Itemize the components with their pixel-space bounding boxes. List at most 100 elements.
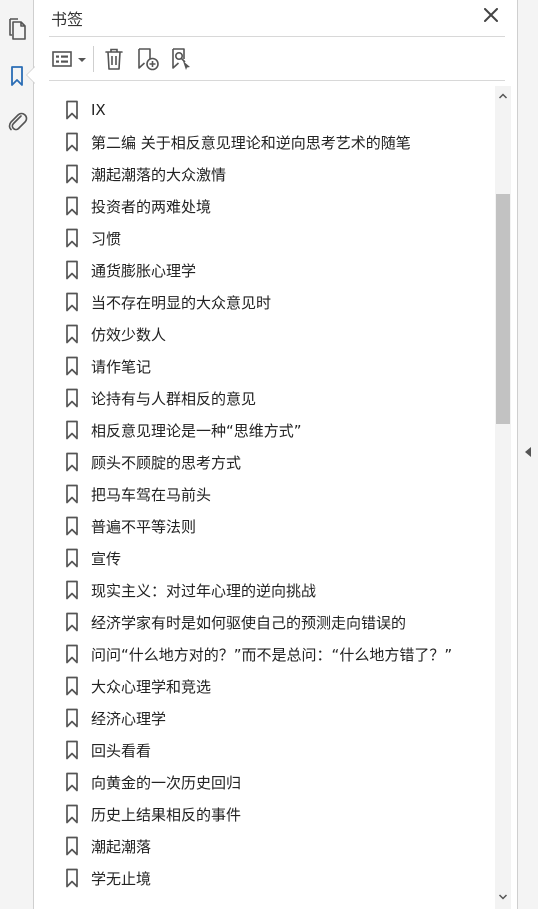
navigation-rail [0,0,35,909]
bookmark-item[interactable]: 向黄金的一次历史回归 [65,767,241,797]
bookmark-item[interactable]: 问问“什么地方对的？”而不是总问：“什么地方错了？” [65,639,452,669]
divider [49,36,505,37]
bookmark-icon [66,708,78,728]
bookmark-label: 当不存在明显的大众意见时 [91,293,272,312]
bookmark-item[interactable]: 投资者的两难处境 [65,191,211,221]
bookmark-icon [66,516,78,536]
bookmark-icon [66,836,78,856]
bookmark-label: 潮起潮落 [91,837,152,856]
bookmark-label: 现实主义：对过年心理的逆向挑战 [91,581,317,600]
scrollbar-thumb[interactable] [496,194,510,424]
paperclip-icon [8,112,28,131]
bookmark-label: 第二编 关于相反意见理论和逆向思考艺术的随笔 [91,133,411,152]
bookmark-icon [66,196,78,216]
bookmark-item[interactable]: 学无止境 [65,863,151,893]
bookmark-icon [66,164,78,184]
bookmark-label: 经济学家有时是如何驱使自己的预测走向错误的 [91,613,407,632]
bookmark-icon [66,676,78,696]
collapse-panel-button[interactable] [522,444,534,460]
bookmark-item[interactable]: 回头看看 [65,735,151,765]
bookmark-item[interactable]: 相反意见理论是一种“思维方式” [65,415,302,445]
bookmark-icon [66,100,78,120]
bookmark-label: 潮起潮落的大众激情 [91,165,227,184]
bookmark-item[interactable]: 习惯 [65,223,121,253]
chevron-down-icon [78,58,86,62]
bookmark-icon [66,772,78,792]
bookmark-label: 历史上结果相反的事件 [91,805,242,824]
bookmark-item[interactable]: 潮起潮落 [65,831,151,861]
bookmark-icon [66,356,78,376]
bookmark-item[interactable]: 顾头不顾腚的思考方式 [65,447,241,477]
bookmark-item[interactable]: 宣传 [65,543,121,573]
bookmark-icon [66,228,78,248]
bookmark-icon [11,66,23,86]
bookmark-label: 仿效少数人 [91,325,167,344]
chevron-up-icon [498,93,508,99]
bookmark-item[interactable]: 论持有与人群相反的意见 [65,383,256,413]
bookmark-icon [66,740,78,760]
bookmark-icon [66,452,78,472]
bookmark-item[interactable]: IX [65,95,106,125]
find-bookmark-button[interactable] [167,44,197,74]
bookmark-item[interactable]: 把马车驾在马前头 [65,479,211,509]
bookmark-item[interactable]: 第二编 关于相反意见理论和逆向思考艺术的随笔 [65,127,411,157]
bookmark-icon [66,804,78,824]
bookmark-icon [66,580,78,600]
bookmark-icon [66,484,78,504]
toolbar-divider [93,46,94,72]
bookmark-item[interactable]: 请作笔记 [65,351,151,381]
close-icon [484,8,498,22]
bookmark-icon [66,388,78,408]
bookmark-label: 顾头不顾腚的思考方式 [91,453,242,472]
bookmark-item[interactable]: 经济心理学 [65,703,166,733]
bookmark-label: 回头看看 [91,741,152,760]
scrollbar[interactable] [495,86,511,909]
divider [49,80,505,81]
bookmark-label: 投资者的两难处境 [91,197,212,216]
bookmark-label: 宣传 [91,549,122,568]
bookmark-icon [66,644,78,664]
bookmark-label: 相反意见理论是一种“思维方式” [91,421,302,440]
bookmark-item[interactable]: 普遍不平等法则 [65,511,196,541]
bookmark-find-icon [172,48,190,70]
scroll-up-button[interactable] [495,86,511,106]
bookmark-item[interactable]: 经济学家有时是如何驱使自己的预测走向错误的 [65,607,406,637]
triangle-left-icon [525,447,531,457]
new-bookmark-button[interactable] [133,44,163,74]
bookmark-item[interactable]: 历史上结果相反的事件 [65,799,241,829]
bookmark-item[interactable]: 现实主义：对过年心理的逆向挑战 [65,575,316,605]
bookmark-label: 大众心理学和竞选 [91,677,212,696]
bookmark-label: 问问“什么地方对的？”而不是总问：“什么地方错了？” [91,645,453,664]
panel-title: 书签 [51,10,84,29]
bookmark-icon [66,132,78,152]
bookmarks-toolbar [49,42,505,76]
delete-bookmark-button[interactable] [99,44,129,74]
new-bookmark-icon [138,48,159,71]
bookmark-icon [66,420,78,440]
bookmark-label: IX [91,101,106,119]
pages-button[interactable] [0,12,34,46]
bookmark-label: 向黄金的一次历史回归 [91,773,242,792]
bookmarks-button[interactable] [0,59,35,93]
bookmark-label: 经济心理学 [91,709,167,728]
bookmark-item[interactable]: 通货膨胀心理学 [65,255,196,285]
close-panel-button[interactable] [481,5,501,25]
trash-icon [105,48,123,70]
panel-splitter[interactable] [517,0,538,909]
bookmark-item[interactable]: 仿效少数人 [65,319,166,349]
pages-icon [9,18,26,40]
scroll-down-button[interactable] [495,887,511,907]
attachments-button[interactable] [0,104,34,138]
bookmark-icon [66,548,78,568]
bookmark-label: 学无止境 [91,869,152,888]
bookmark-item[interactable]: 潮起潮落的大众激情 [65,159,226,189]
chevron-down-icon [498,894,508,900]
bookmark-label: 请作笔记 [91,357,152,376]
bookmark-icon [66,324,78,344]
bookmark-item[interactable]: 当不存在明显的大众意见时 [65,287,271,317]
bookmark-item[interactable]: 大众心理学和竞选 [65,671,211,701]
bookmarks-panel: 书签 IX 第二编 关于相反意见理论和逆向思考艺术的随笔 潮起潮落的大众激情 投… [35,0,517,909]
bookmark-label: 把马车驾在马前头 [91,485,212,504]
bookmark-label: 普遍不平等法则 [91,517,197,536]
bookmark-icon [66,292,78,312]
